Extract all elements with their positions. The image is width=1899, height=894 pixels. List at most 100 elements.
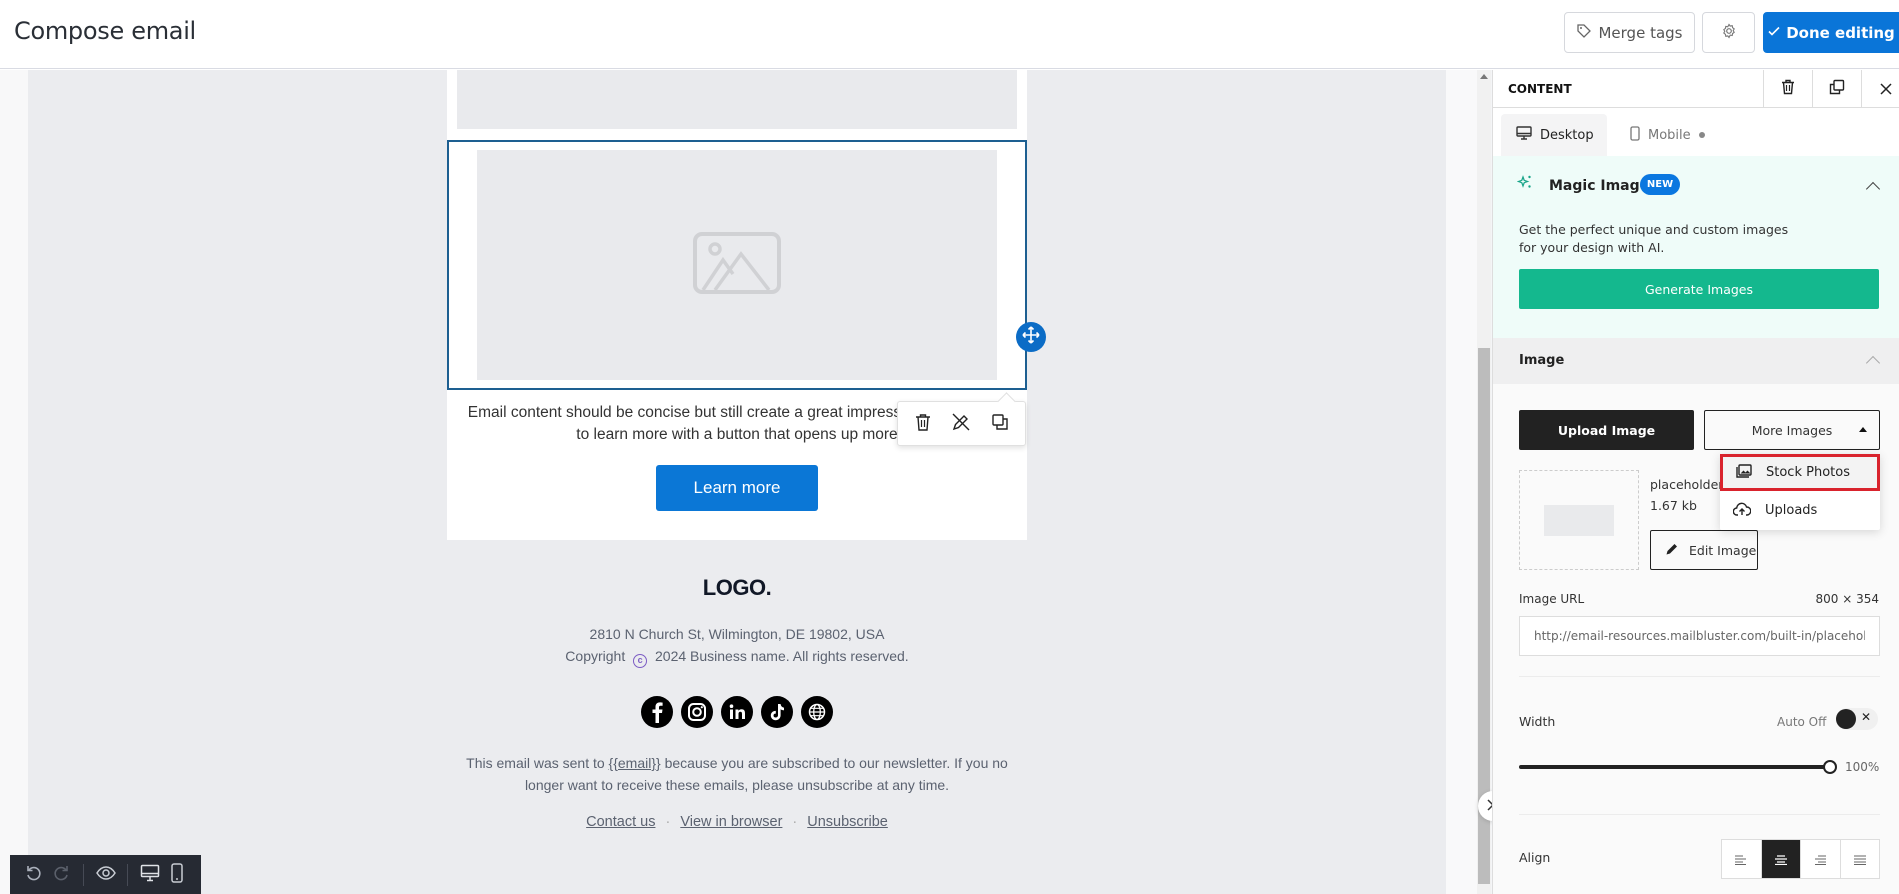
section-divider: [1519, 676, 1880, 677]
more-images-dropdown[interactable]: More Images: [1704, 410, 1880, 450]
remove-link-button[interactable]: [949, 412, 973, 436]
contact-us-link[interactable]: Contact us: [586, 814, 655, 830]
done-editing-button[interactable]: Done editing: [1763, 12, 1899, 53]
align-justify-icon: [1853, 850, 1866, 869]
generate-images-button[interactable]: Generate Images: [1519, 269, 1879, 309]
image-url-input[interactable]: [1519, 616, 1880, 656]
tab-mobile-label: Mobile: [1648, 127, 1691, 143]
align-right-button[interactable]: [1801, 840, 1841, 878]
sparkle-icon: [1516, 174, 1533, 194]
address-line: 2810 N Church St, Wilmington, DE 19802, …: [589, 626, 885, 642]
linkedin-icon[interactable]: [721, 696, 753, 728]
scroll-up-arrow[interactable]: [1480, 74, 1488, 79]
pen-off-icon: [951, 412, 971, 436]
close-icon: ✕: [1861, 710, 1872, 724]
copyright-line: Copyright c 2024 Business name. All righ…: [447, 645, 1027, 668]
top-bar: Compose email Merge tags Done editing: [0, 0, 1899, 69]
email-merge-tag: {{email}}: [608, 755, 661, 771]
image-placeholder[interactable]: [477, 150, 997, 380]
previous-image-block[interactable]: [457, 70, 1017, 129]
email-footer: LOGO. 2810 N Church St, Wilmington, DE 1…: [447, 575, 1027, 830]
duplicate-block-button[interactable]: [988, 412, 1012, 436]
mobile-icon: [1630, 125, 1640, 145]
panel-title: CONTENT: [1508, 82, 1572, 96]
delete-content-button[interactable]: [1763, 70, 1812, 108]
width-value: 100%: [1845, 760, 1880, 774]
view-in-browser-link[interactable]: View in browser: [680, 814, 782, 830]
align-justify-button[interactable]: [1841, 840, 1880, 878]
email-canvas: Email content should be concise but stil…: [28, 70, 1446, 894]
duplicate-content-button[interactable]: [1812, 70, 1861, 108]
selected-image-block[interactable]: [447, 140, 1046, 390]
settings-button[interactable]: [1702, 12, 1755, 53]
canvas-left-gutter: [0, 70, 28, 894]
upload-image-button[interactable]: Upload Image: [1519, 410, 1694, 450]
undo-button[interactable]: [20, 861, 47, 889]
footer-legal-text: This email was sent to {{email}} because…: [447, 752, 1027, 796]
menu-item-uploads[interactable]: Uploads: [1720, 492, 1880, 529]
image-thumbnail: [1519, 470, 1639, 570]
bottom-toolbar: [10, 855, 201, 894]
close-panel-button[interactable]: [1861, 70, 1899, 108]
tab-desktop[interactable]: Desktop: [1501, 114, 1607, 156]
magic-image-description: Get the perfect unique and custom images…: [1519, 221, 1788, 257]
redo-button[interactable]: [47, 861, 74, 889]
social-icons: [447, 696, 1027, 728]
edit-image-label: Edit Image: [1689, 542, 1757, 558]
align-left-button[interactable]: [1722, 840, 1762, 878]
more-images-label: More Images: [1751, 422, 1833, 438]
image-section-header[interactable]: Image: [1493, 338, 1899, 384]
globe-icon[interactable]: [801, 696, 833, 728]
facebook-icon[interactable]: [641, 696, 673, 728]
desktop-icon: [140, 864, 160, 886]
chevron-up-icon[interactable]: [1865, 181, 1881, 197]
image-dimensions: 800 × 354: [1815, 592, 1880, 606]
desktop-icon: [1516, 126, 1532, 144]
align-label: Align: [1519, 850, 1551, 865]
panel-header: CONTENT: [1493, 70, 1899, 108]
width-slider-handle[interactable]: [1823, 760, 1837, 774]
unsubscribe-link[interactable]: Unsubscribe: [807, 814, 888, 830]
file-name: placeholder: [1650, 477, 1724, 492]
instagram-icon[interactable]: [681, 696, 713, 728]
move-handle[interactable]: [1016, 322, 1046, 352]
trash-icon: [915, 413, 931, 435]
canvas-right-gutter: [1446, 70, 1477, 894]
desktop-view-button[interactable]: [136, 861, 163, 889]
redo-icon: [52, 864, 70, 886]
stock-photos-label: Stock Photos: [1766, 465, 1850, 480]
align-left-icon: [1735, 850, 1747, 869]
footer-logo: LOGO.: [702, 575, 772, 600]
mobile-view-button[interactable]: [164, 861, 191, 889]
canvas-scrollbar[interactable]: [1477, 70, 1491, 894]
check-icon: [1767, 24, 1781, 42]
legal-prefix: This email was sent to: [466, 755, 609, 771]
menu-item-stock-photos[interactable]: Stock Photos: [1720, 454, 1880, 491]
toolbar-divider: [82, 863, 84, 886]
device-tabs: Desktop Mobile: [1493, 108, 1899, 156]
delete-block-button[interactable]: [911, 412, 935, 436]
width-slider[interactable]: [1519, 765, 1830, 769]
align-center-icon: [1774, 850, 1787, 869]
tab-mobile[interactable]: Mobile: [1615, 114, 1720, 156]
auto-width-toggle[interactable]: ✕: [1836, 708, 1878, 730]
link-separator: ·: [792, 814, 798, 830]
align-center-button[interactable]: [1761, 840, 1801, 878]
link-separator: ·: [665, 814, 671, 830]
page-title: Compose email: [14, 17, 196, 45]
block-toolbar: [897, 401, 1026, 446]
duplicate-icon: [1829, 79, 1845, 99]
tiktok-icon[interactable]: [761, 696, 793, 728]
chevron-up-icon[interactable]: [1865, 355, 1881, 371]
more-images-menu: Stock Photos Uploads: [1720, 454, 1880, 530]
duplicate-icon: [991, 413, 1009, 435]
email-body: Email content should be concise but stil…: [447, 70, 1046, 540]
edit-image-button[interactable]: Edit Image: [1650, 530, 1758, 570]
preview-button[interactable]: [92, 861, 119, 889]
learn-more-button[interactable]: Learn more: [656, 465, 818, 511]
thumbnail-placeholder: [1544, 504, 1614, 536]
trash-icon: [1781, 79, 1795, 99]
merge-tags-button[interactable]: Merge tags: [1564, 12, 1695, 53]
toggle-knob: [1836, 709, 1856, 729]
pencil-icon: [1665, 542, 1679, 559]
